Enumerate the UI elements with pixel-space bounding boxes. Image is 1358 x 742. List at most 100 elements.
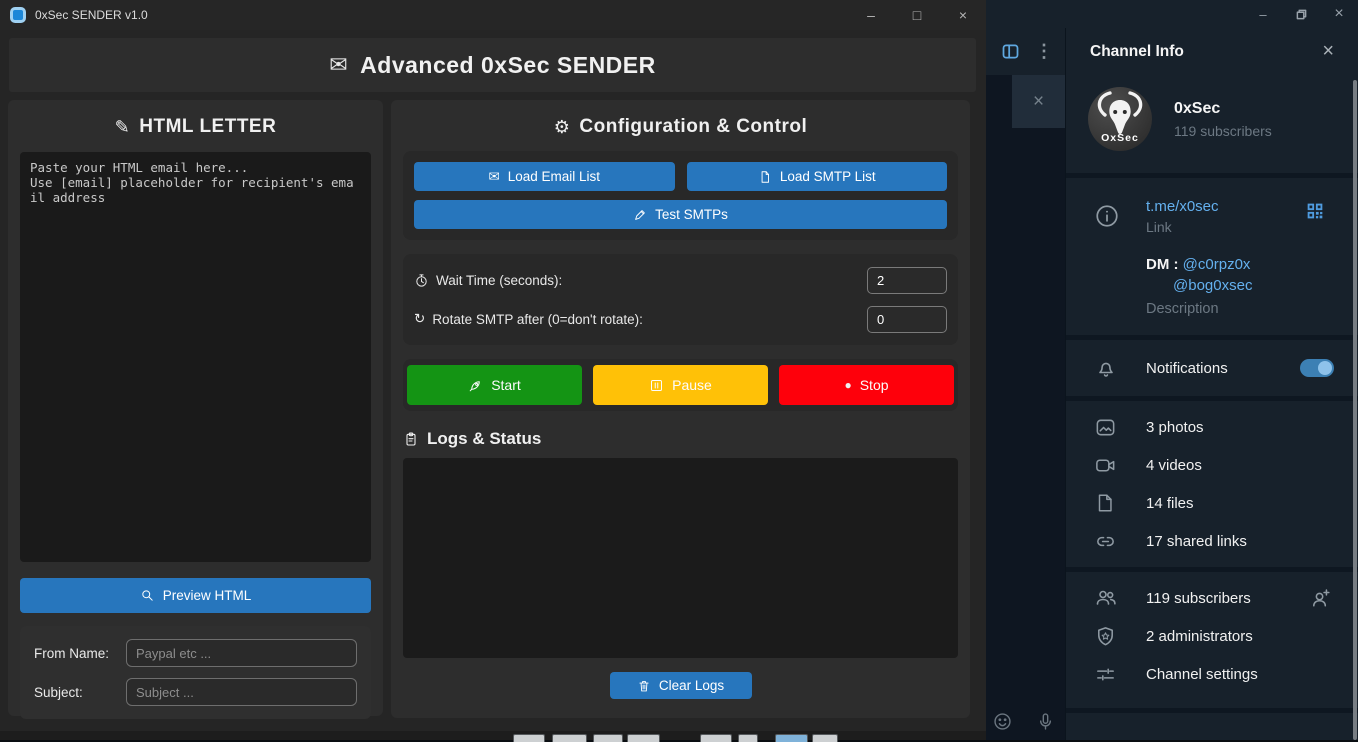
chat-toolbar: ⋮ bbox=[986, 28, 1065, 75]
channel-subscribers: 119 subscribers bbox=[1174, 123, 1272, 139]
composer-fragment bbox=[992, 711, 1056, 732]
html-letter-panel: ✎ HTML LETTER Paste your HTML email here… bbox=[8, 100, 383, 716]
email-list-icon: ✉ bbox=[488, 169, 499, 185]
subject-input[interactable] bbox=[126, 678, 357, 706]
trash-icon bbox=[637, 679, 651, 693]
pause-icon bbox=[649, 378, 664, 393]
wait-time-label: Wait Time (seconds): bbox=[436, 273, 562, 288]
close-button[interactable]: × bbox=[1320, 0, 1358, 28]
letter-title-text: HTML LETTER bbox=[139, 116, 276, 138]
minimize-button[interactable]: – bbox=[1244, 0, 1282, 28]
channel-details: t.me/x0sec Link DM : @c0rpz0x @bog0xsec … bbox=[1066, 178, 1358, 335]
bell-icon bbox=[1094, 356, 1120, 380]
timing-group: Wait Time (seconds): ↻ Rotate SMTP after… bbox=[403, 254, 958, 345]
files-label: 14 files bbox=[1146, 495, 1194, 512]
rotate-smtp-label: Rotate SMTP after (0=don't rotate): bbox=[432, 312, 643, 327]
dm-handle-1[interactable]: @c0rpz0x bbox=[1183, 256, 1251, 273]
close-panel-icon[interactable]: × bbox=[1322, 40, 1334, 63]
photo-icon bbox=[1094, 416, 1120, 439]
notifications-toggle[interactable] bbox=[1300, 359, 1334, 377]
config-title: ⚙ Configuration & Control bbox=[391, 100, 970, 138]
dm-handle-2[interactable]: @bog0xsec bbox=[1173, 277, 1252, 294]
taskbar-icon[interactable] bbox=[627, 734, 660, 742]
load-smtp-list-button[interactable]: Load SMTP List bbox=[687, 162, 948, 191]
description-label: Description bbox=[1146, 301, 1252, 317]
shared-links-row[interactable]: 17 shared links bbox=[1066, 522, 1358, 560]
taskbar-icon[interactable] bbox=[738, 734, 758, 742]
load-email-list-label: Load Email List bbox=[508, 169, 600, 184]
taskbar-icon[interactable] bbox=[513, 734, 545, 742]
from-name-input[interactable] bbox=[126, 639, 357, 667]
qr-code-icon[interactable] bbox=[1304, 200, 1326, 227]
clear-logs-label: Clear Logs bbox=[659, 678, 724, 693]
notifications-label: Notifications bbox=[1146, 360, 1228, 377]
administrators-label: 2 administrators bbox=[1146, 628, 1253, 645]
gear-icon: ⚙ bbox=[554, 117, 571, 138]
scrollbar[interactable] bbox=[1353, 80, 1357, 740]
file-icon bbox=[1094, 492, 1120, 514]
subscribers-label: 119 subscribers bbox=[1146, 590, 1251, 607]
taskbar-icon[interactable] bbox=[552, 734, 587, 742]
channel-settings-row[interactable]: Channel settings bbox=[1066, 655, 1358, 693]
pause-button[interactable]: Pause bbox=[593, 365, 768, 405]
panel-title: Channel Info bbox=[1090, 43, 1184, 61]
restore-icon bbox=[1296, 9, 1307, 20]
avatar-text: OxSec bbox=[1088, 132, 1152, 144]
channel-avatar[interactable]: OxSec bbox=[1088, 87, 1152, 151]
preview-html-button[interactable]: Preview HTML bbox=[20, 578, 371, 613]
memo-icon: ✎ bbox=[115, 117, 131, 138]
channel-link[interactable]: t.me/x0sec bbox=[1146, 198, 1252, 215]
chat-strip: ⋮ × bbox=[986, 28, 1065, 740]
stop-button[interactable]: ● Stop bbox=[779, 365, 954, 405]
pause-label: Pause bbox=[672, 377, 712, 393]
channel-description: DM : @c0rpz0x @bog0xsec Description bbox=[1146, 256, 1252, 317]
rotate-icon: ↻ bbox=[414, 311, 425, 327]
microphone-icon[interactable] bbox=[1035, 711, 1056, 732]
administrators-row[interactable]: 2 administrators bbox=[1066, 617, 1358, 655]
load-email-list-button[interactable]: ✉ Load Email List bbox=[414, 162, 675, 191]
clear-logs-button[interactable]: Clear Logs bbox=[610, 672, 752, 699]
rotate-smtp-label-row: ↻ Rotate SMTP after (0=don't rotate): bbox=[414, 311, 643, 327]
channel-settings-label: Channel settings bbox=[1146, 666, 1258, 683]
telegram-titlebar: – × bbox=[986, 0, 1358, 28]
sender-form: From Name: Subject: bbox=[20, 626, 371, 719]
timer-icon bbox=[414, 273, 429, 288]
stop-label: Stop bbox=[860, 377, 889, 393]
search-bar-fragment: × bbox=[1012, 75, 1065, 128]
wait-time-input[interactable] bbox=[867, 267, 947, 294]
videos-row[interactable]: 4 videos bbox=[1066, 446, 1358, 484]
notifications-row[interactable]: Notifications bbox=[1066, 346, 1358, 390]
taskbar-icon[interactable] bbox=[700, 734, 732, 742]
shield-star-icon bbox=[1094, 625, 1120, 648]
photos-row[interactable]: 3 photos bbox=[1066, 408, 1358, 446]
rotate-smtp-input[interactable] bbox=[867, 306, 947, 333]
app-title: Advanced 0xSec SENDER bbox=[360, 52, 656, 79]
link-icon bbox=[1094, 530, 1120, 553]
maximize-button[interactable]: □ bbox=[894, 0, 940, 30]
subscribers-row[interactable]: 119 subscribers bbox=[1066, 579, 1358, 617]
log-output[interactable] bbox=[403, 458, 958, 658]
test-smtps-button[interactable]: Test SMTPs bbox=[414, 200, 947, 229]
files-row[interactable]: 14 files bbox=[1066, 484, 1358, 522]
envelope-icon: ✉ bbox=[329, 52, 348, 78]
toggle-panel-icon[interactable] bbox=[1000, 41, 1021, 62]
telegram-window: – × ⋮ × bbox=[986, 0, 1358, 740]
emoji-icon[interactable] bbox=[992, 711, 1013, 732]
window-title: 0xSec SENDER v1.0 bbox=[35, 8, 148, 22]
search-close-icon[interactable]: × bbox=[1033, 91, 1044, 113]
start-button[interactable]: Start bbox=[407, 365, 582, 405]
subject-label: Subject: bbox=[34, 685, 126, 700]
letter-title: ✎ HTML LETTER bbox=[8, 100, 383, 138]
kebab-menu-icon[interactable]: ⋮ bbox=[1035, 41, 1053, 62]
preview-html-label: Preview HTML bbox=[163, 588, 252, 603]
close-button[interactable]: × bbox=[940, 0, 986, 30]
start-label: Start bbox=[491, 377, 521, 393]
taskbar-icon-active[interactable] bbox=[775, 734, 808, 742]
taskbar-icon[interactable] bbox=[593, 734, 623, 742]
taskbar-icon[interactable] bbox=[812, 734, 838, 742]
minimize-button[interactable]: – bbox=[848, 0, 894, 30]
html-letter-textarea[interactable]: Paste your HTML email here... Use [email… bbox=[20, 152, 371, 562]
restore-button[interactable] bbox=[1282, 0, 1320, 28]
channel-profile: OxSec 0xSec 119 subscribers bbox=[1066, 75, 1358, 173]
add-subscriber-icon[interactable] bbox=[1309, 587, 1332, 610]
